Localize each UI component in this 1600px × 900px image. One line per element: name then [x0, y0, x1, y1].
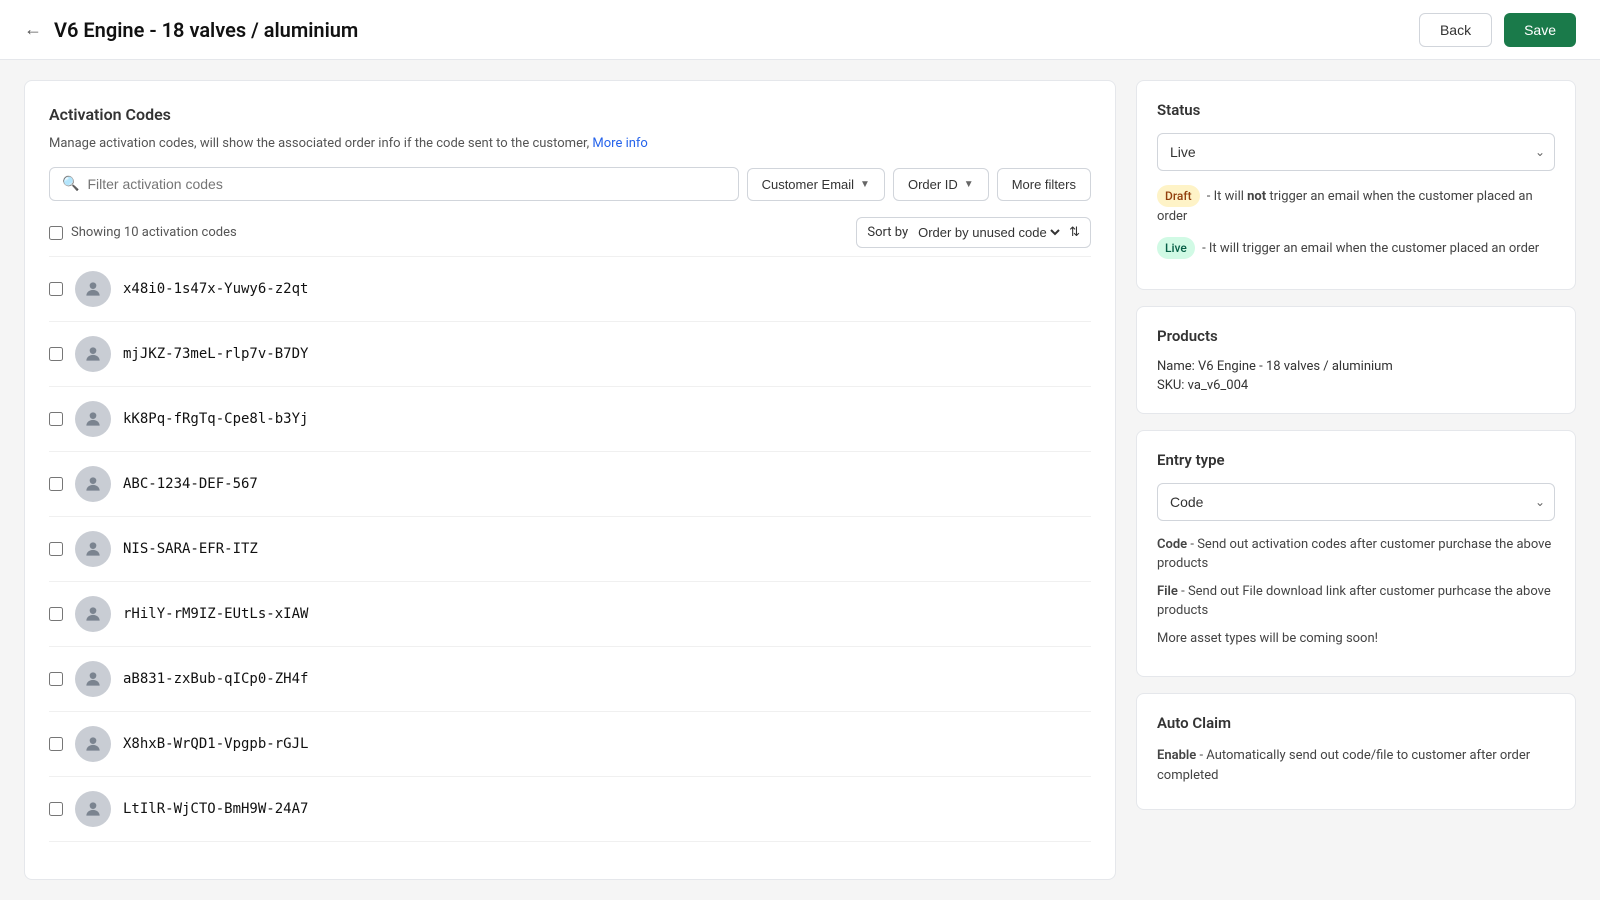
status-select[interactable]: Live Draft — [1157, 133, 1555, 171]
sort-select-wrap[interactable]: Sort by Order by unused code ⇅ — [856, 217, 1091, 248]
back-arrow-button[interactable]: ← — [24, 19, 42, 40]
status-select-wrap: Live Draft ⌄ — [1157, 133, 1555, 171]
chevron-down-icon: ▼ — [860, 179, 870, 190]
draft-status-note: Draft - It will not trigger an email whe… — [1157, 185, 1555, 227]
list-meta: Showing 10 activation codes — [49, 225, 237, 240]
table-row: aB831-zxBub-qICp0-ZH4f — [49, 647, 1091, 712]
more-filters-button[interactable]: More filters — [997, 168, 1091, 201]
sort-label: Sort by — [867, 225, 908, 240]
top-bar-right: Back Save — [1419, 13, 1576, 47]
top-bar-left: ← V6 Engine - 18 valves / aluminium — [24, 18, 358, 42]
showing-label: Showing 10 activation codes — [71, 225, 237, 240]
table-row: X8hxB-WrQD1-Vpgpb-rGJL — [49, 712, 1091, 777]
code-text: aB831-zxBub-qICp0-ZH4f — [123, 671, 308, 687]
table-row: NIS-SARA-EFR-ITZ — [49, 517, 1091, 582]
row-checkbox[interactable] — [49, 672, 63, 686]
avatar — [75, 466, 111, 502]
avatar — [75, 531, 111, 567]
row-checkbox[interactable] — [49, 737, 63, 751]
live-badge: Live — [1157, 237, 1195, 259]
order-id-filter[interactable]: Order ID ▼ — [893, 168, 989, 201]
list-meta-row: Showing 10 activation codes Sort by Orde… — [49, 217, 1091, 248]
code-text: mjJKZ-73meL-rlp7v-B7DY — [123, 346, 308, 362]
section-desc: Manage activation codes, will show the a… — [49, 136, 1091, 151]
search-input-wrap: 🔍 — [49, 167, 739, 201]
draft-badge: Draft — [1157, 185, 1200, 207]
customer-email-filter[interactable]: Customer Email ▼ — [747, 168, 885, 201]
avatar — [75, 661, 111, 697]
select-all-checkbox[interactable] — [49, 226, 63, 240]
left-panel: Activation Codes Manage activation codes… — [24, 80, 1116, 880]
avatar — [75, 791, 111, 827]
table-row: rHilY-rM9IZ-EUtLs-xIAW — [49, 582, 1091, 647]
table-row: LtIlR-WjCTO-BmH9W-24A7 — [49, 777, 1091, 842]
avatar — [75, 726, 111, 762]
code-text: X8hxB-WrQD1-Vpgpb-rGJL — [123, 736, 308, 752]
code-text: rHilY-rM9IZ-EUtLs-xIAW — [123, 606, 308, 622]
avatar — [75, 401, 111, 437]
section-title: Activation Codes — [49, 105, 1091, 124]
auto-claim-card-title: Auto Claim — [1157, 714, 1555, 732]
live-status-note: Live - It will trigger an email when the… — [1157, 237, 1555, 259]
row-checkbox[interactable] — [49, 542, 63, 556]
filters-row: 🔍 Customer Email ▼ Order ID ▼ More filte… — [49, 167, 1091, 201]
search-input[interactable] — [87, 168, 725, 200]
row-checkbox[interactable] — [49, 412, 63, 426]
more-info-link[interactable]: More info — [592, 136, 647, 151]
right-panel: Status Live Draft ⌄ Draft - It will not … — [1136, 80, 1576, 880]
code-text: NIS-SARA-EFR-ITZ — [123, 541, 258, 557]
avatar — [75, 271, 111, 307]
file-entry-desc: File - Send out File download link after… — [1157, 582, 1555, 621]
code-list: x48i0-1s47x-Yuwy6-z2qt mjJKZ-73meL-rlp7v… — [49, 256, 1091, 842]
search-icon: 🔍 — [62, 176, 79, 192]
entry-select-wrap: Code File ⌄ — [1157, 483, 1555, 521]
code-entry-desc: Code - Send out activation codes after c… — [1157, 535, 1555, 574]
chevron-down-icon: ▼ — [964, 179, 974, 190]
row-checkbox[interactable] — [49, 282, 63, 296]
auto-claim-desc: Enable - Automatically send out code/fil… — [1157, 746, 1555, 785]
sort-icon: ⇅ — [1069, 225, 1080, 240]
row-checkbox[interactable] — [49, 347, 63, 361]
table-row: x48i0-1s47x-Yuwy6-z2qt — [49, 257, 1091, 322]
status-card: Status Live Draft ⌄ Draft - It will not … — [1136, 80, 1576, 290]
avatar — [75, 596, 111, 632]
code-text: ABC-1234-DEF-567 — [123, 476, 258, 492]
row-checkbox[interactable] — [49, 607, 63, 621]
page-title: V6 Engine - 18 valves / aluminium — [54, 18, 358, 42]
table-row: kK8Pq-fRgTq-Cpe8l-b3Yj — [49, 387, 1091, 452]
entry-type-card: Entry type Code File ⌄ Code - Send out a… — [1136, 430, 1576, 678]
entry-type-select[interactable]: Code File — [1157, 483, 1555, 521]
products-sku: SKU: va_v6_004 — [1157, 378, 1555, 393]
main-layout: Activation Codes Manage activation codes… — [0, 60, 1600, 900]
products-card-title: Products — [1157, 327, 1555, 345]
code-text: x48i0-1s47x-Yuwy6-z2qt — [123, 281, 308, 297]
top-bar: ← V6 Engine - 18 valves / aluminium Back… — [0, 0, 1600, 60]
save-button[interactable]: Save — [1504, 13, 1576, 47]
code-text: LtIlR-WjCTO-BmH9W-24A7 — [123, 801, 308, 817]
back-button[interactable]: Back — [1419, 13, 1492, 47]
row-checkbox[interactable] — [49, 802, 63, 816]
entry-type-card-title: Entry type — [1157, 451, 1555, 469]
avatar — [75, 336, 111, 372]
products-name: Name: V6 Engine - 18 valves / aluminium — [1157, 359, 1555, 374]
row-checkbox[interactable] — [49, 477, 63, 491]
table-row: mjJKZ-73meL-rlp7v-B7DY — [49, 322, 1091, 387]
code-text: kK8Pq-fRgTq-Cpe8l-b3Yj — [123, 411, 308, 427]
products-card: Products Name: V6 Engine - 18 valves / a… — [1136, 306, 1576, 414]
status-card-title: Status — [1157, 101, 1555, 119]
sort-select[interactable]: Order by unused code — [914, 224, 1063, 241]
table-row: ABC-1234-DEF-567 — [49, 452, 1091, 517]
coming-soon-note: More asset types will be coming soon! — [1157, 629, 1555, 649]
auto-claim-card: Auto Claim Enable - Automatically send o… — [1136, 693, 1576, 810]
